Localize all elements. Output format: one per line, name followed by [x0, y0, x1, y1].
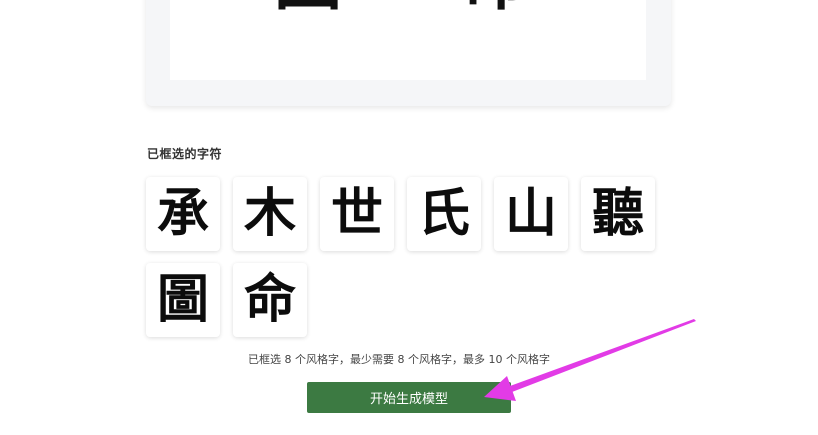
selected-characters-heading: 已框选的字符: [147, 147, 223, 161]
character-tile[interactable]: 命: [233, 263, 307, 337]
character-tile[interactable]: 山: [494, 177, 568, 251]
preview-canvas: 圖 命: [170, 0, 646, 80]
character-tile[interactable]: 氏: [407, 177, 481, 251]
character-tile[interactable]: 木: [233, 177, 307, 251]
character-glyph: 聽: [591, 183, 644, 244]
start-generate-model-button[interactable]: 开始生成模型: [307, 382, 511, 413]
character-glyph: 氏: [417, 183, 470, 244]
character-glyph: 世: [330, 183, 383, 244]
selected-characters-grid: 承 木 世 氏 山 聽 圖 命: [146, 177, 676, 337]
character-tile[interactable]: 承: [146, 177, 220, 251]
character-tile[interactable]: 圖: [146, 263, 220, 337]
character-glyph: 承: [156, 183, 209, 244]
preview-glyph-2: 命: [462, 0, 530, 14]
selection-status-text: 已框选 8 个风格字，最少需要 8 个风格字，最多 10 个风格字: [248, 353, 550, 366]
character-glyph: 命: [243, 269, 296, 330]
preview-card: 圖 命: [146, 0, 671, 106]
character-tile[interactable]: 聽: [581, 177, 655, 251]
character-glyph: 木: [243, 183, 296, 244]
character-tile[interactable]: 世: [320, 177, 394, 251]
character-glyph: 圖: [156, 269, 209, 330]
character-glyph: 山: [504, 183, 557, 244]
preview-glyph-1: 圖: [274, 0, 342, 14]
